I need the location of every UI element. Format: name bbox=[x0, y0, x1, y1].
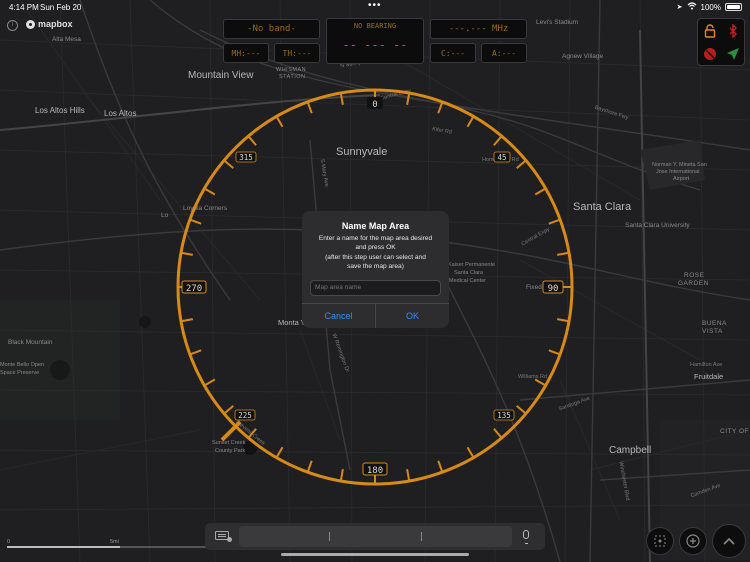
microphone-icon[interactable] bbox=[523, 530, 529, 544]
dialog-message-line: and press OK bbox=[355, 244, 396, 252]
chevron-up-icon bbox=[723, 537, 735, 545]
dialog-message-line: Enter a name for the map area desired bbox=[318, 235, 433, 242]
map-label: Sunset Creek bbox=[212, 440, 246, 446]
map-label: STATION bbox=[279, 74, 306, 80]
status-bar: 4:14 PM Sun Feb 20 ••• ➤ 100% bbox=[0, 0, 750, 14]
map-label: Monte Bello Open bbox=[0, 362, 45, 368]
map-label: GARDEN bbox=[678, 280, 709, 287]
map-label: Santa Clara bbox=[573, 201, 632, 213]
dialog-title: Name Map Area bbox=[341, 221, 410, 231]
map-label: Fixed bbox=[526, 284, 542, 291]
suggestion-bar[interactable] bbox=[239, 526, 512, 547]
home-indicator[interactable] bbox=[281, 553, 469, 556]
wifi-icon bbox=[687, 2, 697, 12]
map-label: Santa Clara University bbox=[625, 222, 690, 229]
keyboard-toolbar bbox=[205, 523, 545, 550]
th-display: TH:--- bbox=[274, 43, 320, 63]
suggestion-divider bbox=[329, 532, 330, 541]
c-display: C:--- bbox=[430, 43, 476, 63]
map-label: Sunnyvale bbox=[336, 146, 388, 158]
road-label: Hamilton Ave bbox=[690, 362, 723, 368]
map-label: Norman Y. Mineta San bbox=[652, 162, 707, 168]
battery-percent: 100% bbox=[700, 2, 721, 12]
bearing-title: NO BEARING bbox=[353, 22, 397, 30]
map-scale-label: 5mi bbox=[110, 539, 119, 545]
map-label: Los Altos Hills bbox=[35, 106, 85, 115]
status-date: Sun Feb 20 bbox=[40, 3, 82, 12]
map-label: Levi's Stadium bbox=[536, 19, 579, 26]
road-label: Williams Rd bbox=[518, 374, 548, 380]
map-label: Medical Center bbox=[449, 278, 486, 284]
multitasking-dots[interactable]: ••• bbox=[368, 0, 382, 11]
map-label: Loyola Corners bbox=[183, 205, 228, 212]
dialog-message-line: (after this step user can select and bbox=[325, 253, 426, 261]
map-label: VISTA bbox=[702, 328, 723, 335]
add-icon bbox=[686, 534, 700, 548]
mh-display: MH:--- bbox=[223, 43, 269, 63]
status-time: 4:14 PM bbox=[9, 3, 39, 12]
no-entry-icon[interactable] bbox=[700, 44, 720, 64]
map-label: ROSE bbox=[684, 272, 705, 279]
ok-button[interactable]: OK bbox=[376, 304, 449, 328]
bluetooth-icon[interactable] bbox=[723, 21, 743, 41]
map-scale-zero: 0 bbox=[7, 539, 11, 545]
unlock-icon[interactable] bbox=[700, 21, 720, 41]
map-label: Santa Clara bbox=[454, 270, 484, 276]
map-label: Airport bbox=[673, 176, 690, 182]
status-right: ➤ 100% bbox=[677, 2, 742, 12]
battery-icon bbox=[725, 3, 742, 11]
recenter-button[interactable] bbox=[646, 527, 674, 555]
expand-button[interactable] bbox=[712, 524, 746, 558]
frequency-display: ---.--- MHz bbox=[430, 19, 527, 39]
recenter-icon bbox=[654, 535, 666, 547]
map-scale-bar bbox=[7, 546, 207, 548]
a-display: A:--- bbox=[481, 43, 527, 63]
map-label: WHISMAN bbox=[276, 67, 307, 73]
map-label: Kaiser Permanente bbox=[448, 262, 496, 268]
dialog-message-line: save the map area) bbox=[347, 263, 404, 271]
bearing-value: -- --- -- bbox=[342, 38, 408, 52]
map-label: Alta Mesa bbox=[52, 36, 81, 43]
mapbox-icon bbox=[26, 19, 35, 29]
suggestion-divider bbox=[421, 532, 422, 541]
map-label: Campbell bbox=[609, 445, 652, 456]
mapbox-wordmark: mapbox bbox=[38, 19, 73, 29]
map-info-icon[interactable]: i bbox=[7, 20, 18, 31]
map-label: Space Preserve bbox=[0, 370, 40, 376]
map-label: Black Mountain bbox=[8, 339, 53, 346]
map-label: Mountain View bbox=[188, 70, 254, 81]
map-area-name-input[interactable] bbox=[310, 280, 441, 296]
bearing-display: NO BEARING -- --- -- bbox=[326, 18, 424, 64]
dialog-message: Enter a name for the map area desired an… bbox=[308, 234, 443, 272]
keyboard-icon[interactable] bbox=[215, 531, 232, 542]
location-services-icon: ➤ bbox=[676, 4, 683, 11]
map-label: Lo bbox=[161, 212, 169, 219]
cancel-button[interactable]: Cancel bbox=[302, 304, 375, 328]
name-map-area-dialog: Name Map Area Enter a name for the map a… bbox=[302, 211, 449, 328]
mapbox-logo: mapbox bbox=[26, 19, 73, 29]
map-label: Los Altos bbox=[104, 109, 137, 118]
map-label: Agnew Village bbox=[562, 53, 604, 60]
map-label: CITY OF bbox=[720, 428, 750, 435]
location-arrow-icon[interactable] bbox=[723, 44, 743, 64]
map-label: BUENA bbox=[702, 320, 727, 327]
map-label: Jose International bbox=[656, 169, 700, 175]
road-label: Homestead Rd bbox=[482, 157, 519, 163]
control-panel bbox=[697, 18, 745, 66]
add-button[interactable] bbox=[679, 527, 707, 555]
map-label: County Park bbox=[215, 448, 246, 454]
map-label: Fruitdale bbox=[694, 372, 724, 381]
band-display: -No band- bbox=[223, 19, 320, 39]
